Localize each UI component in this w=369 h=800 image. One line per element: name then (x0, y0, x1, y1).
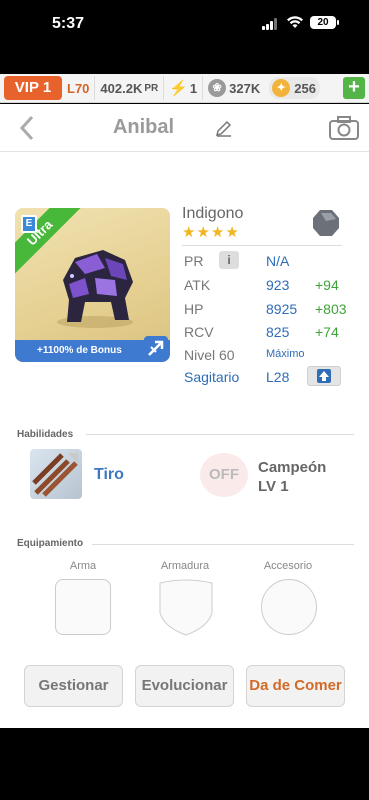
equipment-heading: Equipamiento (17, 538, 84, 549)
zodiac-level: L28 (266, 369, 290, 385)
feed-button[interactable]: Da de Comer (246, 665, 345, 707)
add-currency-button[interactable]: + (343, 77, 365, 99)
wifi-icon (287, 16, 303, 28)
weapon-slot[interactable] (55, 579, 111, 635)
monster-portrait[interactable]: Ultra E +1100% de Bonus (15, 208, 170, 362)
monster-image (57, 250, 133, 328)
page-title: Anibal (112, 116, 175, 138)
level-max: Máximo (266, 348, 305, 360)
lightning-icon: ⚡ (169, 80, 188, 97)
rcv-value: 825 (266, 324, 290, 340)
upgrade-sign-button[interactable] (307, 366, 341, 386)
armor-slot[interactable] (158, 579, 214, 637)
power-value: 402.2K (100, 80, 143, 96)
pencil-icon[interactable] (214, 118, 234, 138)
detail-header: Anibal (0, 104, 369, 152)
paw-icon: ❀ (208, 79, 227, 97)
sagittarius-arrow-icon (144, 336, 168, 360)
skill-champion[interactable]: Campeón LV 1 (258, 458, 326, 496)
star-rating: ★★★★ (182, 224, 240, 241)
skill-champion-level: LV 1 (258, 478, 289, 495)
cellular-signal-icon (262, 18, 280, 30)
atk-value: 923 (266, 277, 290, 293)
skill-off-badge[interactable]: OFF (200, 453, 248, 497)
status-bar: 5:37 20 (0, 0, 369, 52)
atk-label: ATK (184, 277, 211, 293)
coin-value: 256 (294, 80, 316, 96)
pr-label: PR (184, 253, 204, 269)
coin-counter[interactable]: ✦ 256 (269, 77, 320, 99)
player-level: L70 (62, 76, 96, 100)
resource-bar: VIP 1 L70 402.2K PR ⚡ 1 ❀ 327K ✦ 256 + (0, 74, 369, 103)
accessory-label: Accesorio (263, 560, 313, 572)
bottom-safe-area (0, 728, 369, 800)
abilities-heading: Habilidades (17, 429, 74, 440)
accessory-slot[interactable] (261, 579, 317, 635)
skill-tiro-icon[interactable] (30, 449, 82, 499)
equipment-divider (92, 544, 354, 545)
level-label: Nivel 60 (184, 347, 235, 363)
power-suffix: PR (144, 82, 159, 94)
skill-tiro-name[interactable]: Tiro (94, 466, 124, 484)
abilities-divider (86, 434, 354, 435)
evolution-stone-icon (313, 210, 339, 236)
pr-value: N/A (266, 253, 290, 269)
zodiac-sign[interactable]: Sagitario (184, 369, 239, 385)
hp-bonus: +803 (315, 301, 347, 317)
up-arrow-icon (317, 369, 331, 383)
atk-bonus: +94 (315, 277, 339, 293)
energy-value: 1 (189, 80, 198, 96)
book-icon[interactable]: E (21, 215, 37, 233)
coin-icon: ✦ (272, 79, 291, 97)
arrows-icon (32, 453, 78, 497)
info-icon[interactable]: i (219, 251, 239, 269)
hp-label: HP (184, 301, 204, 317)
battery-indicator: 20 (310, 16, 339, 29)
clock: 5:37 (52, 15, 85, 32)
energy-counter[interactable]: ⚡ 1 (164, 76, 204, 100)
rcv-bonus: +74 (315, 324, 339, 340)
evolve-button[interactable]: Evolucionar (135, 665, 234, 707)
weapon-label: Arma (69, 560, 97, 572)
vip-badge[interactable]: VIP 1 (4, 76, 62, 100)
skill-champion-name: Campeón (258, 459, 327, 476)
monster-name: Indigono (182, 205, 244, 222)
food-counter[interactable]: ❀ 327K (203, 76, 265, 100)
food-value: 327K (229, 80, 261, 96)
hp-value: 8925 (266, 301, 298, 317)
info-divider (182, 245, 342, 246)
player-power: 402.2K PR (95, 76, 165, 100)
monster-detail-card: Anibal Ultra E +1100% de Bonus Indigono … (0, 104, 369, 728)
rcv-label: RCV (184, 324, 214, 340)
manage-button[interactable]: Gestionar (24, 665, 123, 707)
armor-label: Armadura (160, 560, 210, 572)
camera-icon[interactable] (329, 116, 359, 140)
app-screen: 5:37 20 VIP 1 L70 402.2K PR ⚡ 1 ❀ 327K ✦ (0, 0, 369, 800)
